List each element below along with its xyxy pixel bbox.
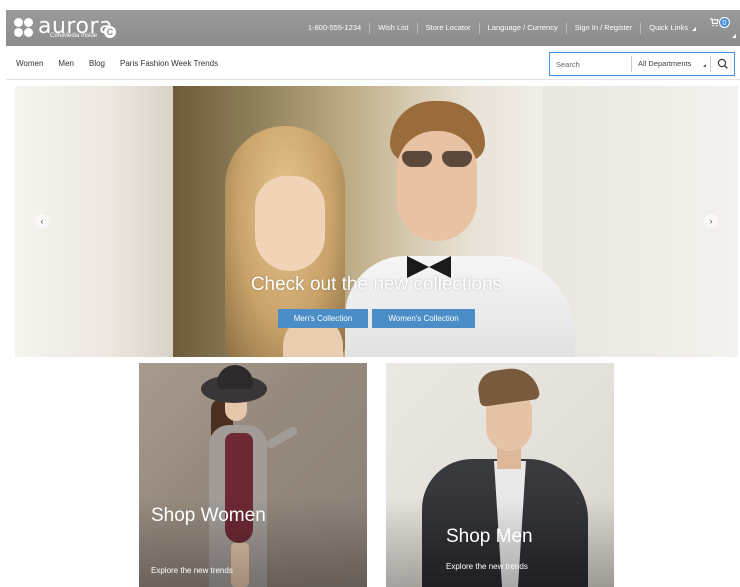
clover-logo-icon [14, 18, 34, 38]
language-currency-link[interactable]: Language / Currency [480, 22, 567, 34]
sign-in-register-link[interactable]: Sign In / Register [567, 22, 642, 34]
search-box: All Departments [549, 52, 735, 76]
nav-item-men[interactable]: Men [58, 59, 74, 68]
phone-link[interactable]: 1-800-555-1234 [300, 22, 371, 34]
logo-subtitle: CoreMedia Inside [50, 33, 98, 39]
hero-carousel: Check out the new collections Men's Coll… [15, 86, 738, 357]
women-tile-hat-crown [217, 365, 253, 389]
hero-man-face [397, 131, 477, 241]
shop-men-subtitle: Explore the new trends [446, 562, 528, 571]
womens-collection-button[interactable]: Women's Collection [372, 309, 475, 328]
search-icon [717, 58, 728, 69]
caret-down-icon [703, 64, 706, 67]
caret-down-icon [692, 27, 696, 31]
nav-item-blog[interactable]: Blog [89, 59, 105, 68]
shop-women-tile[interactable]: Shop Women Explore the new trends [139, 363, 367, 587]
hero-woman-face [255, 176, 325, 271]
store-locator-link[interactable]: Store Locator [418, 22, 480, 34]
department-select-value: All Departments [638, 59, 692, 68]
coremedia-badge-icon: C [104, 26, 116, 38]
nav-item-women[interactable]: Women [16, 59, 43, 68]
cart-icon [710, 18, 719, 27]
nav-item-paris-fashion-week[interactable]: Paris Fashion Week Trends [120, 59, 218, 68]
quick-links-menu[interactable]: Quick Links [641, 22, 704, 34]
caret-down-icon [732, 34, 736, 38]
carousel-next-arrow-icon[interactable]: › [704, 214, 718, 228]
search-input[interactable] [550, 53, 630, 75]
top-header: aurora CoreMedia Inside C 1-800-555-1234… [6, 10, 740, 46]
carousel-prev-arrow-icon[interactable]: ‹ [35, 214, 49, 228]
shop-women-title: Shop Women [151, 505, 266, 526]
category-nav: Women Men Blog Paris Fashion Week Trends [16, 46, 233, 80]
shop-men-tile[interactable]: Shop Men Explore the new trends [386, 363, 614, 587]
hero-sunglasses [400, 151, 474, 169]
hero-man-shirt [345, 256, 575, 357]
cart-button[interactable]: 0 [704, 10, 740, 46]
hero-headline: Check out the new collections [250, 274, 503, 295]
search-button[interactable] [712, 53, 734, 75]
department-select[interactable]: All Departments [631, 56, 711, 72]
shop-men-title: Shop Men [446, 526, 533, 547]
mens-collection-button[interactable]: Men's Collection [278, 309, 368, 328]
women-tile-arm [265, 425, 299, 450]
aurora-logo[interactable]: aurora CoreMedia Inside C [14, 14, 124, 42]
top-links: 1-800-555-1234 Wish List Store Locator L… [300, 10, 740, 46]
shop-women-subtitle: Explore the new trends [151, 566, 233, 575]
quick-links-label: Quick Links [649, 23, 688, 32]
main-navigation: Women Men Blog Paris Fashion Week Trends… [6, 46, 740, 80]
cart-count-badge: 0 [719, 17, 730, 28]
men-tile-hair [475, 364, 541, 408]
wish-list-link[interactable]: Wish List [370, 22, 418, 34]
